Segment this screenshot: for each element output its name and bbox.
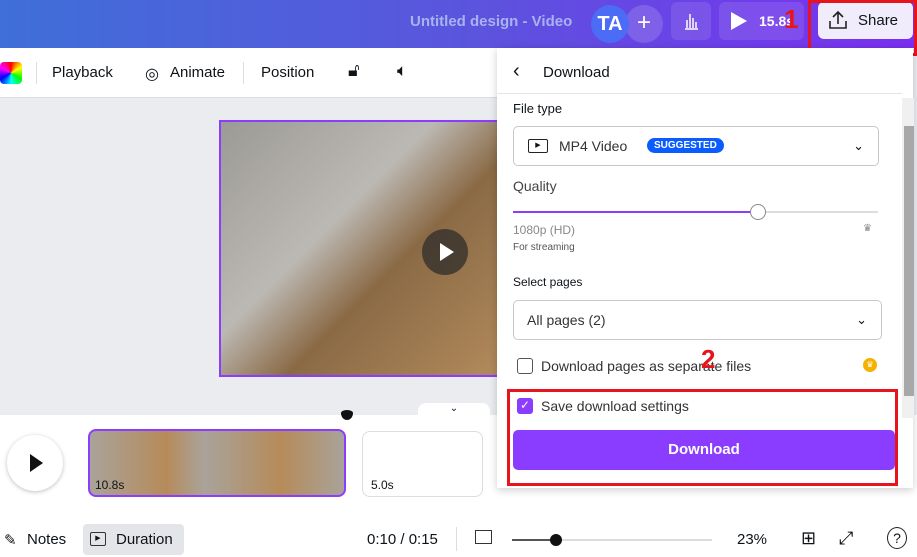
- quality-label: Quality: [513, 178, 557, 194]
- divider: [36, 62, 37, 84]
- select-pages-value: All pages (2): [527, 312, 606, 328]
- file-type-value: MP4 Video: [559, 138, 628, 154]
- timeline-clip[interactable]: 5.0s: [362, 431, 483, 497]
- separate-files-label: Download pages as separate files: [541, 358, 752, 374]
- animate-icon: ◎: [145, 66, 159, 83]
- clip-duration: 5.0s: [371, 478, 394, 492]
- file-type-select[interactable]: ▶ MP4 Video SUGGESTED ⌄: [513, 126, 879, 166]
- insights-button[interactable]: [671, 2, 711, 40]
- timeline-clip[interactable]: 10.8s: [88, 429, 346, 497]
- select-pages-dropdown[interactable]: All pages (2) ⌄: [513, 300, 882, 340]
- time-readout: 0:10 / 0:15: [367, 531, 438, 548]
- quality-value: 1080p (HD): [513, 223, 576, 237]
- divider: [243, 62, 244, 84]
- collapse-timeline-button[interactable]: ⌄: [418, 403, 490, 417]
- select-pages-label: Select pages: [513, 275, 583, 289]
- playhead[interactable]: [341, 410, 353, 420]
- video-icon: ▶: [528, 139, 548, 153]
- panel-scrollbar[interactable]: [902, 98, 914, 418]
- chevron-down-icon: ⌄: [853, 138, 864, 153]
- divider: [497, 93, 902, 94]
- annotation-box-download: [507, 389, 898, 486]
- design-title[interactable]: Untitled design - Video: [410, 13, 572, 30]
- zoom-slider[interactable]: [512, 534, 712, 546]
- avatar[interactable]: TA: [591, 5, 629, 43]
- bottom-bar: ✎ Notes ▶ Duration 0:10 / 0:15 23% ⊞ ⤢ ?: [0, 520, 917, 557]
- duration-label: Duration: [116, 531, 173, 548]
- top-bar: Untitled design - Video + TA 15.8s Share: [0, 0, 917, 48]
- chevron-down-icon: ⌄: [856, 312, 867, 327]
- video-canvas[interactable]: [219, 120, 501, 377]
- animate-button[interactable]: Animate: [170, 64, 225, 81]
- add-collaborator-button[interactable]: +: [625, 5, 663, 43]
- play-icon: [440, 243, 454, 261]
- volume-icon[interactable]: 🔈︎: [397, 61, 407, 81]
- play-box-icon: ▶: [90, 532, 106, 546]
- grid-view-icon[interactable]: ⊞: [801, 528, 816, 549]
- lock-icon[interactable]: 🔓︎: [348, 60, 360, 81]
- pro-crown-icon: ♛: [863, 358, 877, 372]
- play-icon: [731, 12, 747, 30]
- video-play-button[interactable]: [422, 229, 468, 275]
- suggested-badge: SUGGESTED: [647, 138, 724, 153]
- file-type-label: File type: [513, 101, 563, 116]
- timeline-play-button[interactable]: [7, 435, 63, 491]
- page-view-icon[interactable]: [475, 530, 492, 544]
- separate-files-checkbox[interactable]: [517, 358, 533, 374]
- help-icon[interactable]: ?: [887, 527, 907, 549]
- bar-chart-icon: [685, 14, 698, 30]
- scrollbar-thumb[interactable]: [904, 126, 914, 396]
- notes-icon: ✎: [4, 532, 17, 549]
- playback-button[interactable]: Playback: [52, 64, 113, 81]
- quality-slider[interactable]: [513, 204, 878, 220]
- play-icon: [30, 454, 43, 472]
- zoom-level[interactable]: 23%: [737, 531, 767, 548]
- clip-duration: 10.8s: [95, 478, 125, 492]
- annotation-step-2: 2: [701, 344, 716, 374]
- notes-button[interactable]: Notes: [27, 531, 66, 548]
- divider: [456, 527, 457, 551]
- panel-title: Download: [543, 64, 610, 81]
- annotation-step-1: 1: [784, 4, 799, 34]
- position-button[interactable]: Position: [261, 64, 314, 81]
- editor-toolbar: Playback ◎ Animate Position 🔓︎ 🔈︎: [0, 48, 500, 98]
- duration-button[interactable]: ▶ Duration: [83, 524, 184, 555]
- color-picker[interactable]: [0, 62, 22, 84]
- fullscreen-icon[interactable]: ⤢: [839, 528, 853, 549]
- crown-icon: ♛: [863, 223, 872, 234]
- back-icon[interactable]: ‹: [513, 60, 520, 83]
- quality-hint: For streaming: [513, 242, 575, 253]
